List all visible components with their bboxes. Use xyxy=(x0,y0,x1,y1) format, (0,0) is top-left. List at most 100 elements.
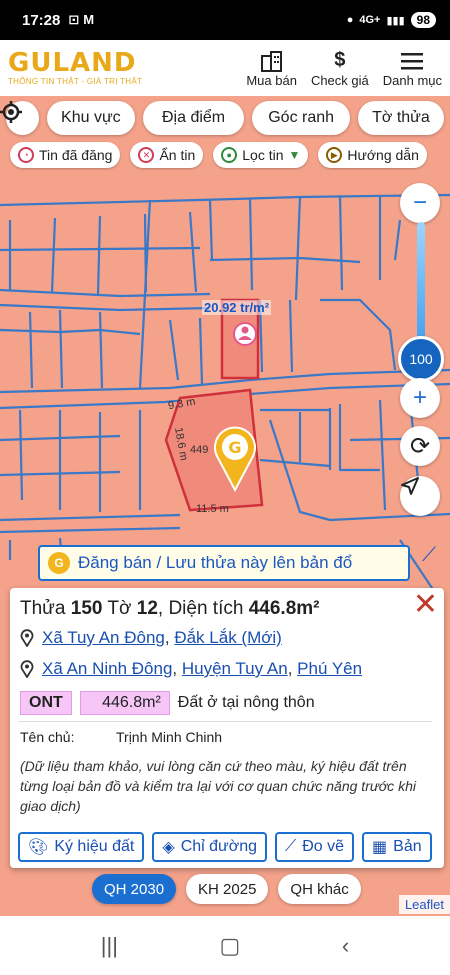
addr-sep: , xyxy=(287,659,298,678)
battery-badge: 98 xyxy=(410,12,436,28)
chip-loc-tin[interactable]: ● Lọc tin ▼ xyxy=(213,142,309,168)
logo[interactable]: GULAND THÔNG TIN THẬT - GIÁ TRỊ THẬT xyxy=(8,50,142,86)
post-parcel-button[interactable]: G Đăng bán / Lưu thửa này lên bản đổ xyxy=(38,545,410,581)
nav-mua-ban-label: Mua bán xyxy=(246,72,297,88)
area-value: 446.8m² xyxy=(248,598,320,619)
title-comma: , xyxy=(157,598,164,619)
thua-number: 150 xyxy=(70,598,103,619)
leaflet-attribution[interactable]: Leaflet xyxy=(398,895,450,914)
refresh-button[interactable]: ⟳ xyxy=(400,426,440,466)
land-description: Đất ở tại nông thôn xyxy=(177,694,315,711)
directions-button[interactable]: ◈ Chỉ đường xyxy=(152,832,268,862)
chip-an-tin-label: Ẩn tin xyxy=(159,147,196,163)
divider xyxy=(18,721,432,722)
map-table-label: Bản xyxy=(393,838,422,855)
addr-new-province-link[interactable]: Đắk Lắk (Mới) xyxy=(174,628,282,647)
addr-sep: , xyxy=(172,659,182,678)
address-new: Xã Tuy An Đông, Đắk Lắk (Mới) xyxy=(20,628,282,648)
parcel-info-card: Thửa 150 Tờ 12, Diện tích 446.8m² ✕ Xã T… xyxy=(10,588,444,868)
addr-old-district-link[interactable]: Huyện Tuy An xyxy=(182,659,288,678)
addr-old-province-link[interactable]: Phú Yên xyxy=(297,659,362,678)
price-label[interactable]: 20.92 tr/m² xyxy=(202,300,272,315)
guland-icon: G xyxy=(48,552,70,574)
plan-qh-khac[interactable]: QH khác xyxy=(278,874,361,904)
locate-button[interactable] xyxy=(0,101,39,135)
nav-check-gia-label: Check giá xyxy=(310,72,369,88)
menu-icon xyxy=(401,49,424,73)
plan-kh-2025[interactable]: KH 2025 xyxy=(186,874,269,904)
thua-label: Thửa xyxy=(20,598,66,619)
status-icons: ⊡ M xyxy=(68,12,94,28)
owner-label: Tên chủ: xyxy=(20,729,75,745)
plan-toggle-row: QH 2030 KH 2025 QH khác xyxy=(92,874,361,904)
system-nav-bar: ||| ▢ ‹ xyxy=(0,916,450,975)
to-label: Tờ xyxy=(107,598,132,619)
location-pin-icon xyxy=(20,629,34,647)
dim-area: 449 xyxy=(190,444,209,456)
zoom-level[interactable]: 100 xyxy=(398,336,444,382)
palette-icon: 🎨︎ xyxy=(28,839,49,856)
land-symbol-button[interactable]: 🎨︎ Ký hiệu đất xyxy=(18,832,145,862)
header-nav: Mua bán $ Check giá Danh mục xyxy=(246,49,442,88)
zoom-slider[interactable] xyxy=(417,222,425,352)
dollar-icon: $ xyxy=(334,49,346,71)
filter-dia-diem[interactable]: Địa điểm xyxy=(142,101,245,135)
owner-row: Tên chủ: Trịnh Minh Chinh xyxy=(20,729,222,745)
table-icon: ▦ xyxy=(372,839,388,856)
recent-apps-icon[interactable]: ||| xyxy=(101,933,118,959)
building-icon xyxy=(260,49,284,73)
chip-loc-tin-label: Lọc tin xyxy=(242,147,284,163)
nav-check-gia[interactable]: $ Check giá xyxy=(311,49,369,88)
filter-khu-vuc[interactable]: Khu vực xyxy=(46,101,135,135)
dim-bottom: 11.5 m xyxy=(196,503,229,515)
nav-danh-muc[interactable]: Danh mục xyxy=(383,49,442,88)
action-row: 🎨︎ Ký hiệu đất ◈ Chỉ đường ⟋ Đo vẽ ▦ Bản xyxy=(18,832,432,862)
home-icon[interactable]: ▢ xyxy=(220,933,241,959)
status-bar: 17:28 ⊡ M ● 4G+ ▮▮▮ 98 xyxy=(0,0,450,40)
filter-goc-ranh[interactable]: Góc ranh xyxy=(252,101,350,135)
zoom-in-button[interactable]: + xyxy=(400,378,440,418)
filter-row: Khu vực Địa điểm Góc ranh Tờ thửa xyxy=(0,101,450,135)
zoom-out-button[interactable]: − xyxy=(400,183,440,223)
location-icon: ● xyxy=(346,14,354,26)
land-type-row: ONT 446.8m² Đất ở tại nông thôn xyxy=(20,691,315,715)
nav-danh-muc-label: Danh mục xyxy=(382,72,442,88)
filter-to-thua[interactable]: Tờ thửa xyxy=(357,101,444,135)
nav-mua-ban[interactable]: Mua bán xyxy=(246,49,297,88)
status-time: 17:28 xyxy=(22,11,61,29)
location-pin-icon xyxy=(20,660,34,678)
logo-tagline: THÔNG TIN THẬT - GIÁ TRỊ THẬT xyxy=(8,77,143,86)
chip-huong-dan-label: Hướng dẫn xyxy=(347,147,419,163)
to-number: 12 xyxy=(136,598,158,619)
chip-row: ◔ Tin đã đăng ✕ Ẩn tin ● Lọc tin ▼ ▶ Hướ… xyxy=(0,142,450,168)
directions-label: Chỉ đường xyxy=(180,838,258,855)
play-icon: ▶ xyxy=(326,147,343,163)
refresh-icon: ⟳ xyxy=(409,432,431,460)
addr-new-ward-link[interactable]: Xã Tuy An Đông xyxy=(42,628,165,647)
measure-icon: ⟋ xyxy=(285,838,297,855)
land-code-tag: ONT xyxy=(20,691,72,715)
land-symbol-label: Ký hiệu đất xyxy=(54,838,135,855)
address-old: Xã An Ninh Đông, Huyện Tuy An, Phú Yên xyxy=(20,659,362,679)
addr-old-ward-link[interactable]: Xã An Ninh Đông xyxy=(42,659,172,678)
chevron-down-icon: ▼ xyxy=(288,148,301,162)
signal-icon: ▮▮▮ xyxy=(386,14,405,27)
chip-huong-dan[interactable]: ▶ Hướng dẫn xyxy=(318,142,427,168)
chip-an-tin[interactable]: ✕ Ẩn tin xyxy=(130,142,204,168)
navigate-button[interactable] xyxy=(400,476,440,516)
hide-icon: ✕ xyxy=(138,147,155,163)
measure-button[interactable]: ⟋ Đo vẽ xyxy=(275,832,355,862)
back-icon[interactable]: ‹ xyxy=(342,933,349,959)
plan-qh-2030[interactable]: QH 2030 xyxy=(92,874,177,904)
status-right: ● 4G+ ▮▮▮ 98 xyxy=(347,12,436,28)
chip-tin-da-dang[interactable]: ◔ Tin đã đăng xyxy=(10,142,121,168)
network-label: 4G+ xyxy=(359,14,381,26)
crosshair-icon xyxy=(0,101,22,123)
directions-icon: ◈ xyxy=(162,839,175,856)
close-icon[interactable]: ✕ xyxy=(413,590,438,620)
map-table-button[interactable]: ▦ Bản xyxy=(362,832,432,862)
addr-sep: , xyxy=(164,628,175,647)
post-parcel-label: Đăng bán / Lưu thửa này lên bản đổ xyxy=(78,553,353,572)
measure-tool-icon[interactable]: ⟋ xyxy=(422,544,436,567)
gmail-icon: M xyxy=(83,12,95,27)
